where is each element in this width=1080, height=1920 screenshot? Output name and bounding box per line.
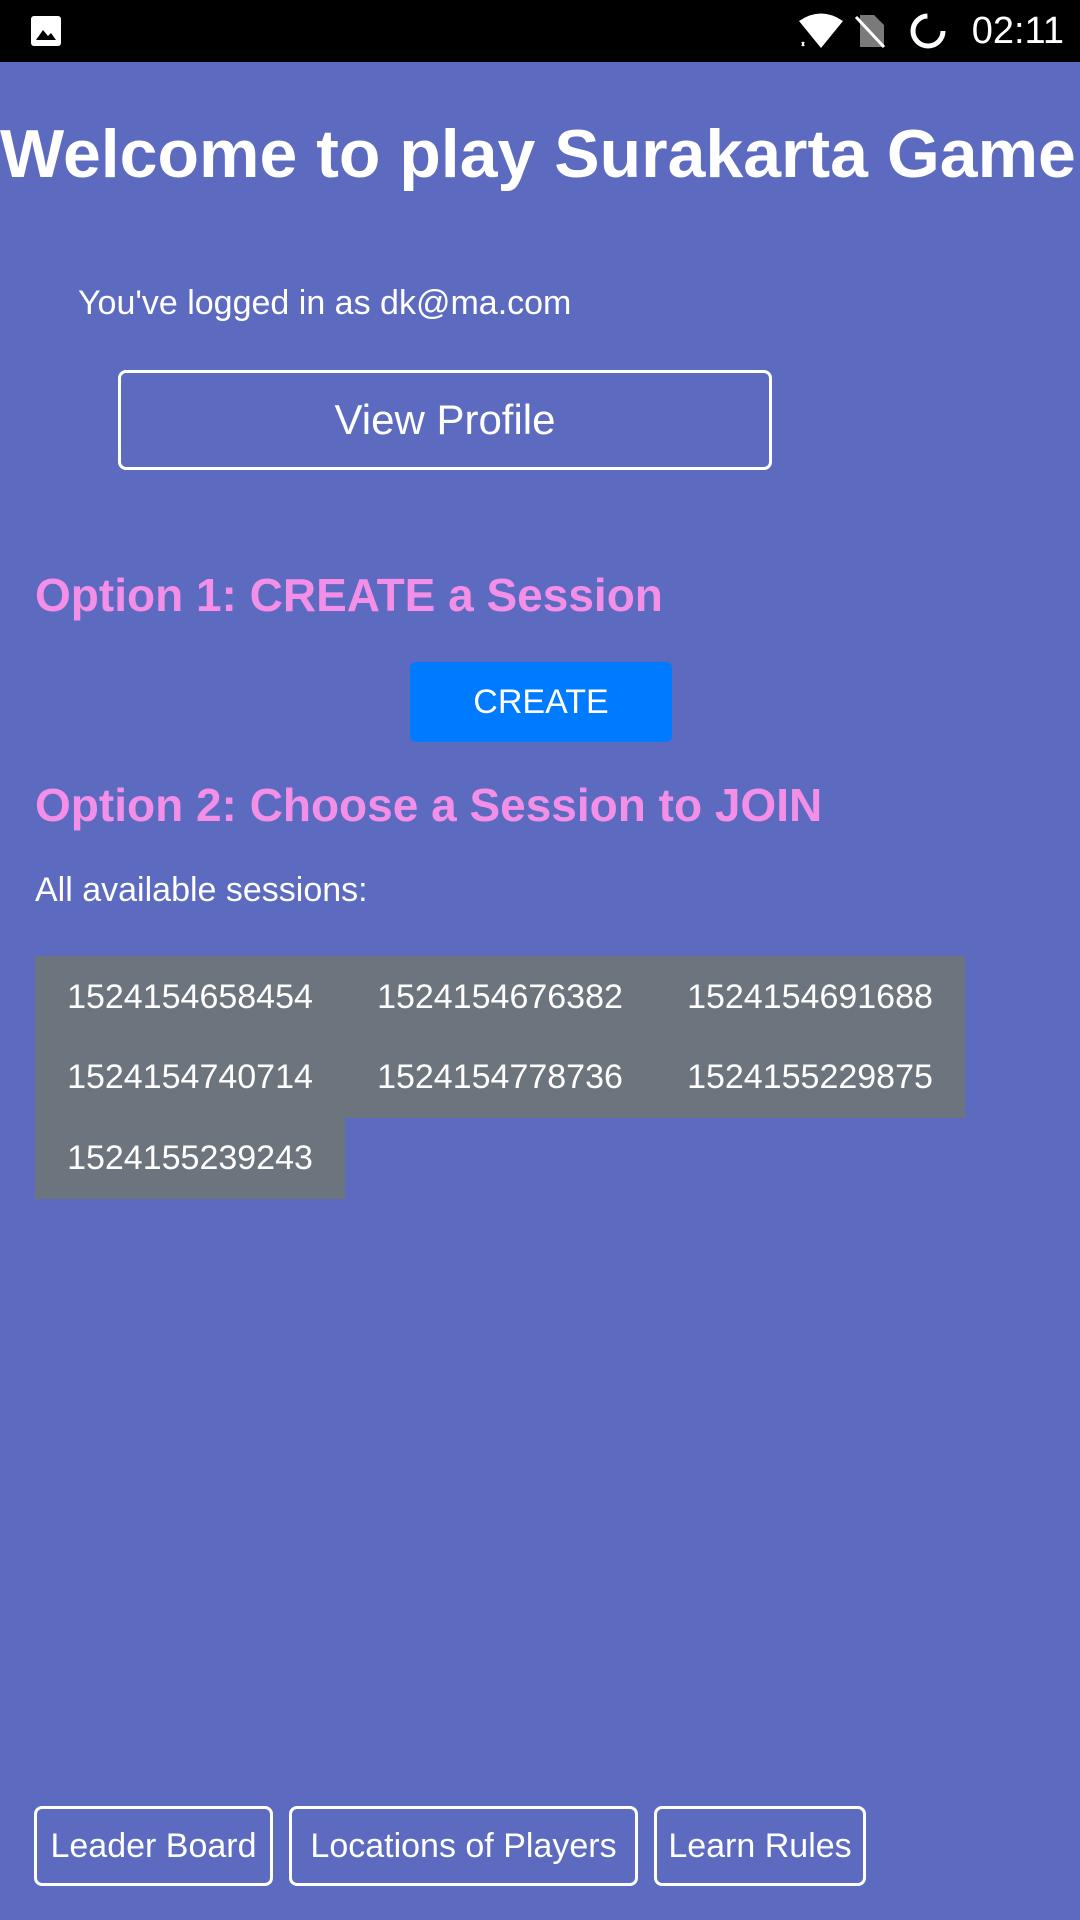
sessions-label: All available sessions:	[35, 871, 368, 909]
session-button[interactable]: 1524155239243	[35, 1117, 345, 1199]
session-button[interactable]: 1524154778736	[345, 1036, 655, 1118]
session-row: 1524154658454 1524154676382 152415469168…	[35, 956, 965, 1038]
learn-rules-button[interactable]: Learn Rules	[654, 1806, 866, 1886]
battery-charging-icon	[910, 13, 946, 49]
create-session-button[interactable]: CREATE	[410, 662, 672, 742]
session-button[interactable]: 1524154658454	[35, 956, 345, 1038]
page-title: Welcome to play Surakarta Game!	[0, 116, 1080, 192]
view-profile-button[interactable]: View Profile	[118, 370, 772, 470]
session-row: 1524155239243	[35, 1117, 345, 1199]
session-button[interactable]: 1524154691688	[655, 956, 965, 1038]
locations-of-players-button[interactable]: Locations of Players	[289, 1806, 638, 1886]
no-sim-icon	[854, 15, 886, 49]
gallery-icon	[31, 16, 61, 46]
session-button[interactable]: 1524154740714	[35, 1036, 345, 1118]
option1-heading: Option 1: CREATE a Session	[35, 569, 663, 621]
status-bar: 02:11	[0, 0, 1080, 62]
status-clock: 02:11	[971, 10, 1064, 52]
logged-in-text: You've logged in as dk@ma.com	[78, 284, 572, 322]
leaderboard-button[interactable]: Leader Board	[34, 1806, 273, 1886]
wifi-icon	[799, 13, 843, 48]
session-button[interactable]: 1524154676382	[345, 956, 655, 1038]
option2-heading: Option 2: Choose a Session to JOIN	[35, 779, 823, 831]
session-button[interactable]: 1524155229875	[655, 1036, 965, 1118]
session-row: 1524154740714 1524154778736 152415522987…	[35, 1036, 965, 1118]
